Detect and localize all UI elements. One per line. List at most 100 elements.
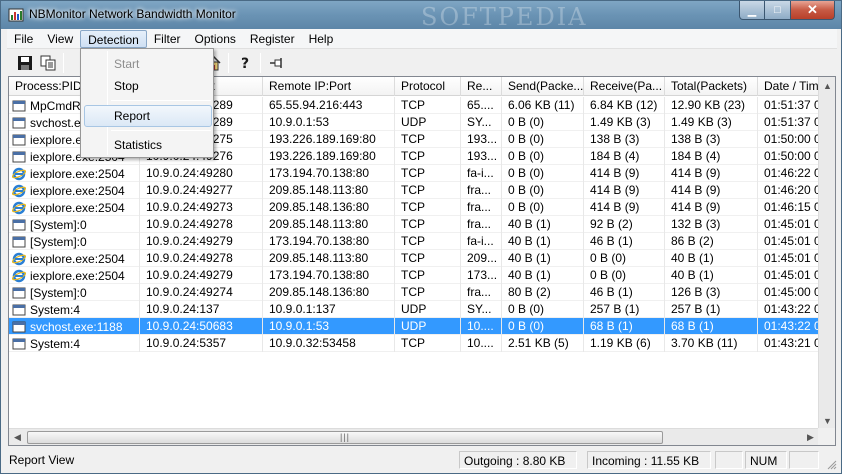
menu-item-report[interactable]: Report bbox=[84, 105, 212, 127]
menu-file[interactable]: File bbox=[7, 30, 40, 48]
scroll-left-icon[interactable]: ◀ bbox=[9, 429, 26, 445]
cell-process: iexplore.exe:2504 bbox=[9, 182, 140, 199]
menu-register[interactable]: Register bbox=[243, 30, 302, 48]
table-row[interactable]: iexplore.exe:2504 10.9.0.24:49279 173.194.… bbox=[9, 267, 835, 284]
table-row[interactable]: svchost.exe:1188 10.9.0.24:50683 10.9.0.1:… bbox=[9, 318, 835, 335]
column-header-protocol[interactable]: Protocol bbox=[395, 77, 461, 96]
cell-re: SY... bbox=[461, 301, 502, 318]
cell-remote: 209.85.148.113:80 bbox=[263, 250, 395, 267]
status-mode: Report View bbox=[9, 453, 75, 467]
cell-receive: 0 B (0) bbox=[584, 250, 665, 267]
save-icon bbox=[17, 55, 32, 70]
app-window-icon bbox=[12, 218, 26, 232]
table-row[interactable]: iexplore.exe:2504 10.9.0.24:49277 209.85.1… bbox=[9, 182, 835, 199]
scroll-down-icon[interactable]: ▼ bbox=[819, 412, 835, 429]
cell-local: 10.9.0.24:5357 bbox=[140, 335, 263, 352]
cell-total: 414 B (9) bbox=[665, 165, 758, 182]
menu-item-statistics[interactable]: Statistics bbox=[84, 134, 212, 156]
process-name: iexplore.exe:2504 bbox=[30, 183, 125, 198]
cell-re: 209... bbox=[461, 250, 502, 267]
column-header-receive[interactable]: Receive(Pa... bbox=[584, 77, 665, 96]
cell-re: fa-i... bbox=[461, 233, 502, 250]
cell-process: iexplore.exe:2504 bbox=[9, 165, 140, 182]
vertical-scrollbar[interactable]: ▲ ▼ bbox=[818, 77, 835, 429]
table-row[interactable]: iexplore.exe:2504 10.9.0.24:49280 173.194.… bbox=[9, 165, 835, 182]
cell-remote: 173.194.70.138:80 bbox=[263, 233, 395, 250]
menu-separator bbox=[111, 130, 211, 131]
cell-re: fra... bbox=[461, 284, 502, 301]
cell-re: 173... bbox=[461, 267, 502, 284]
cell-total: 126 B (3) bbox=[665, 284, 758, 301]
horizontal-scroll-thumb[interactable]: ||| bbox=[27, 431, 663, 444]
menu-help[interactable]: Help bbox=[302, 30, 341, 48]
table-row[interactable]: [System]:0 10.9.0.24:49278 209.85.148.113:… bbox=[9, 216, 835, 233]
table-row[interactable]: System:4 10.9.0.24:5357 10.9.0.32:53458 TCP… bbox=[9, 335, 835, 352]
save-button[interactable] bbox=[13, 52, 36, 74]
title-bar[interactable]: NBMonitor Network Bandwidth Monitor SOFT… bbox=[1, 1, 841, 31]
status-outgoing: Outgoing : 8.80 KB bbox=[459, 451, 577, 469]
process-name: iexplore.exe:2504 bbox=[30, 251, 125, 266]
scroll-up-icon[interactable]: ▲ bbox=[819, 77, 835, 94]
cell-receive: 68 B (1) bbox=[584, 318, 665, 335]
cell-protocol: TCP bbox=[395, 148, 461, 165]
column-header-remote[interactable]: Remote IP:Port bbox=[263, 77, 395, 96]
cell-protocol: UDP bbox=[395, 301, 461, 318]
scroll-right-icon[interactable]: ▶ bbox=[802, 429, 819, 445]
copy-button[interactable] bbox=[36, 52, 59, 74]
ie-icon bbox=[11, 184, 27, 198]
cell-total: 1.49 KB (3) bbox=[665, 114, 758, 131]
close-button[interactable]: ✕ bbox=[791, 1, 835, 20]
table-row[interactable]: iexplore.exe:2504 10.9.0.24:49273 209.85.1… bbox=[9, 199, 835, 216]
cell-send: 0 B (0) bbox=[502, 165, 584, 182]
cell-receive: 414 B (9) bbox=[584, 165, 665, 182]
cell-protocol: TCP bbox=[395, 267, 461, 284]
help-button[interactable]: ? bbox=[233, 52, 256, 74]
cell-process: [System]:0 bbox=[9, 284, 140, 301]
cell-process: System:4 bbox=[9, 335, 140, 352]
process-name: svchost.exe:1188 bbox=[30, 319, 123, 334]
process-name: [System]:0 bbox=[30, 217, 87, 232]
resize-grip-icon[interactable] bbox=[825, 458, 837, 470]
pin-icon bbox=[269, 57, 282, 68]
table-row[interactable]: System:4 10.9.0.24:137 10.9.0.1:137 UDP SY..… bbox=[9, 301, 835, 318]
cell-send: 40 B (1) bbox=[502, 250, 584, 267]
ie-icon bbox=[11, 252, 27, 266]
process-name: System:4 bbox=[30, 336, 81, 351]
cell-protocol: TCP bbox=[395, 182, 461, 199]
status-blank bbox=[715, 451, 743, 469]
cell-send: 6.06 KB (11) bbox=[502, 97, 584, 114]
table-row[interactable]: [System]:0 10.9.0.24:49279 173.194.70.138:… bbox=[9, 233, 835, 250]
cell-re: 193... bbox=[461, 148, 502, 165]
cell-re: 65.... bbox=[461, 97, 502, 114]
menu-detection[interactable]: Detection bbox=[80, 29, 147, 48]
menu-item-start[interactable]: Start bbox=[84, 53, 212, 75]
ie-icon bbox=[11, 201, 27, 215]
menu-filter[interactable]: Filter bbox=[147, 30, 188, 48]
cell-re: 10.... bbox=[461, 335, 502, 352]
maximize-button[interactable]: □ bbox=[765, 1, 791, 20]
cell-protocol: TCP bbox=[395, 165, 461, 182]
ie-icon bbox=[11, 269, 27, 283]
table-row[interactable]: iexplore.exe:2504 10.9.0.24:49278 209.85.1… bbox=[9, 250, 835, 267]
help-icon: ? bbox=[241, 56, 249, 71]
column-header-send[interactable]: Send(Packe... bbox=[502, 77, 584, 96]
horizontal-scrollbar[interactable]: ◀ ||| ▶ bbox=[9, 428, 819, 445]
cell-protocol: TCP bbox=[395, 216, 461, 233]
window-title: NBMonitor Network Bandwidth Monitor bbox=[29, 7, 236, 21]
table-row[interactable]: [System]:0 10.9.0.24:49274 209.85.148.136:… bbox=[9, 284, 835, 301]
nbmonitor-app-icon bbox=[8, 8, 24, 22]
cell-process: [System]:0 bbox=[9, 233, 140, 250]
pin-button[interactable] bbox=[265, 52, 288, 74]
process-name: System:4 bbox=[30, 302, 81, 317]
minimize-button[interactable]: ▁ bbox=[739, 1, 765, 20]
column-header-re[interactable]: Re... bbox=[461, 77, 502, 96]
cell-local: 10.9.0.24:49274 bbox=[140, 284, 263, 301]
cell-send: 0 B (0) bbox=[502, 182, 584, 199]
cell-protocol: TCP bbox=[395, 233, 461, 250]
column-header-total[interactable]: Total(Packets) bbox=[665, 77, 758, 96]
menu-options[interactable]: Options bbox=[188, 30, 243, 48]
cell-total: 68 B (1) bbox=[665, 318, 758, 335]
menu-item-stop[interactable]: Stop bbox=[84, 75, 212, 97]
minimize-icon: ▁ bbox=[747, 4, 757, 17]
menu-view[interactable]: View bbox=[40, 30, 80, 48]
